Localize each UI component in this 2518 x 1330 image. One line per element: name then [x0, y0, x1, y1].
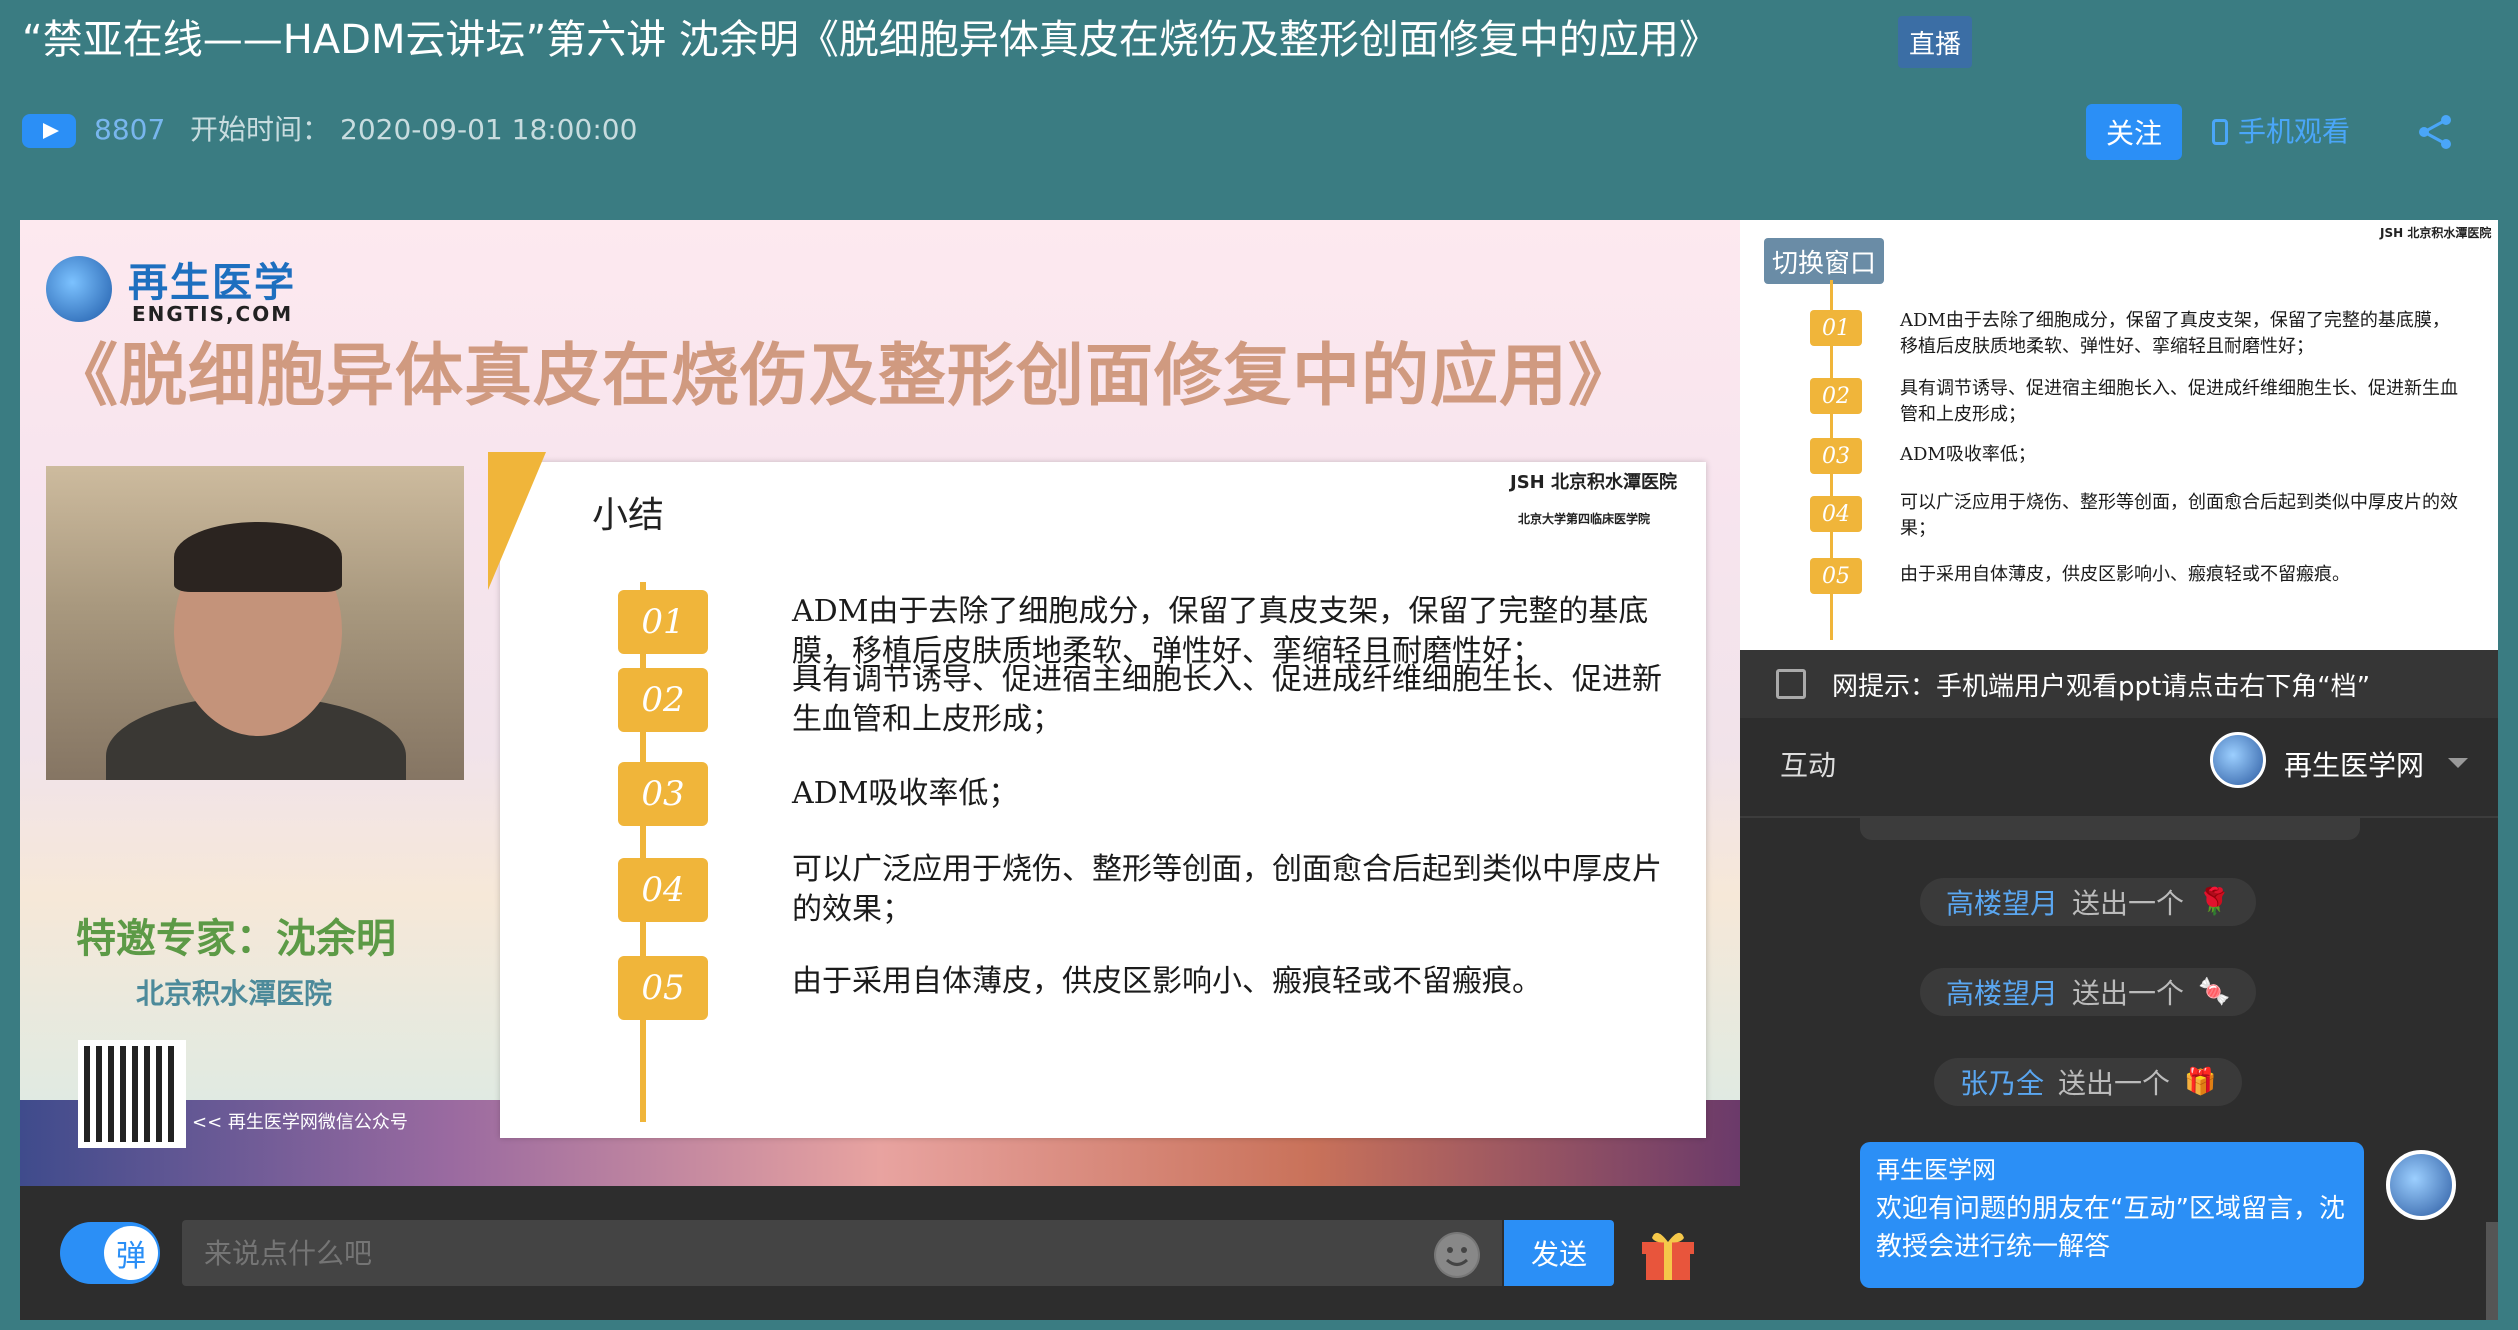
mini-hospital-logo: JSH 北京积水潭医院 [2380, 226, 2492, 240]
item-number: 02 [618, 668, 708, 732]
mobile-watch-label: 手机观看 [2238, 115, 2351, 148]
item-number: 04 [618, 858, 708, 922]
send-button[interactable]: 发送 [1504, 1220, 1614, 1286]
danmu-toggle-knob: 弹 [104, 1226, 158, 1280]
chat-scrollbar[interactable] [2486, 1222, 2498, 1320]
qr-code [78, 1040, 186, 1148]
hospital-logo: JSH 北京积水潭医院 [1510, 472, 1677, 493]
chat-message-clipped [1860, 816, 2360, 840]
expert-hospital: 北京积水潭医院 [136, 977, 333, 1010]
tip-bar: 网提示：手机端用户观看ppt请点击右下角“档” [1740, 650, 2498, 718]
start-time-value: 2020-09-01 18:00:00 [340, 113, 638, 146]
host-avatar[interactable] [2210, 732, 2266, 788]
slide-item-text: 可以广泛应用于烧伤、整形等创面，创面愈合后起到类似中厚皮片的效果； [792, 852, 1662, 927]
hospital-logo-subtitle: 北京大学第四临床医学院 [1518, 512, 1651, 526]
slide-accent [488, 452, 546, 590]
comment-bar: 弹 发送 [20, 1186, 1740, 1320]
gift-verb: 送出一个 [2072, 977, 2185, 1010]
gift-sender[interactable]: 张乃全 [1960, 1062, 2044, 1102]
mini-item-text: 由于采用自体薄皮，供皮区影响小、瘢痕轻或不留瘢痕。 [1900, 564, 2350, 585]
page-title: “禁亚在线——HADM云讲坛”第六讲 沈余明《脱细胞异体真皮在烧伤及整形创面修复… [22, 17, 1719, 63]
mini-item-text: 可以广泛应用于烧伤、整形等创面，创面愈合后起到类似中厚皮片的效果； [1900, 492, 2458, 539]
side-panel: 切换窗口 JSH 北京积水潭医院 01 ADM由于去除了细胞成分，保留了真皮支架… [1740, 220, 2498, 1320]
message-text: 欢迎有问题的朋友在“互动”区域留言，沈教授会进行统一解答 [1876, 1194, 2345, 1262]
brand-logo-icon [46, 256, 112, 322]
gift-verb: 送出一个 [2072, 887, 2185, 920]
rose-gift-icon: 🌹 [2198, 887, 2231, 917]
tab-interaction[interactable]: 互动 [1780, 744, 1836, 784]
share-icon[interactable] [2416, 114, 2454, 150]
gift-sender[interactable]: 高楼望月 [1946, 972, 2058, 1012]
chevron-down-icon[interactable] [2448, 758, 2468, 768]
mini-item-text: ADM吸收率低； [1900, 444, 2036, 465]
switch-window-button[interactable]: 切换窗口 [1764, 238, 1884, 284]
notice-icon [1776, 669, 1806, 699]
speaker-camera [46, 466, 464, 780]
candy-gift-icon: 🍬 [2198, 977, 2231, 1007]
start-time-label: 开始时间： [190, 113, 331, 146]
slide-timeline [640, 582, 646, 1122]
mini-item-number: 05 [1810, 558, 1862, 594]
play-count-icon [22, 114, 76, 148]
slide-item-text: 具有调节诱导、促进宿主细胞长入、促进成纤维细胞生长、促进新生血管和上皮形成； [792, 662, 1662, 737]
gift-message: 高楼望月 送出一个 🌹 [1920, 878, 2257, 926]
slide-heading: 小结 [592, 495, 665, 536]
item-number: 05 [618, 956, 708, 1020]
gift-message: 张乃全 送出一个 🎁 [1934, 1058, 2243, 1106]
expert-label: 特邀专家：沈余明 [76, 916, 396, 962]
mini-item-number: 02 [1810, 378, 1862, 414]
slide-item-text: 由于采用自体薄皮，供皮区影响小、瘢痕轻或不留瘢痕。 [792, 964, 1542, 999]
qr-caption: << 再生医学网微信公众号 [192, 1112, 408, 1133]
mini-slide-window[interactable]: 切换窗口 JSH 北京积水潭医院 01 ADM由于去除了细胞成分，保留了真皮支架… [1740, 220, 2498, 650]
gift-icon[interactable] [1638, 1224, 1698, 1282]
follow-button[interactable]: 关注 [2086, 104, 2182, 160]
host-message-bubble: 再生医学网 欢迎有问题的朋友在“互动”区域留言，沈教授会进行统一解答 [1860, 1142, 2364, 1288]
gift-verb: 送出一个 [2058, 1067, 2171, 1100]
message-author: 再生医学网 [1876, 1156, 1996, 1184]
mini-item-number: 04 [1810, 496, 1862, 532]
item-number: 01 [618, 590, 708, 654]
mini-item-text: ADM由于去除了细胞成分，保留了真皮支架，保留了完整的基底膜，移植后皮肤质地柔软… [1900, 310, 2450, 357]
mobile-watch-link[interactable]: 手机观看 [2212, 110, 2350, 154]
presentation-slide: 小结 JSH 北京积水潭医院 北京大学第四临床医学院 01 ADM由于去除了细胞… [488, 452, 1706, 1138]
video-lecture-title: 《脱细胞异体真皮在烧伤及整形创面修复中的应用》 [50, 337, 1638, 416]
comment-input[interactable] [182, 1220, 1502, 1286]
phone-icon [2212, 119, 2228, 145]
slide-item-text: ADM吸收率低； [792, 776, 1019, 811]
speaker-hair [174, 522, 342, 592]
mini-item-text: 具有调节诱导、促进宿主细胞长入、促进成纤维细胞生长、促进新生血管和上皮形成； [1900, 378, 2458, 425]
mini-item-number: 01 [1810, 310, 1862, 346]
host-name[interactable]: 再生医学网 [2284, 744, 2424, 784]
item-number: 03 [618, 762, 708, 826]
present-gift-icon: 🎁 [2184, 1067, 2217, 1097]
view-count: 8807 [94, 113, 166, 146]
live-badge: 直播 [1898, 16, 1972, 68]
message-avatar[interactable] [2386, 1150, 2456, 1220]
gift-message: 高楼望月 送出一个 🍬 [1920, 968, 2257, 1016]
mini-item-number: 03 [1810, 438, 1862, 474]
brand-name: 再生医学 [128, 260, 296, 306]
danmu-toggle[interactable]: 弹 [60, 1222, 160, 1284]
video-player[interactable]: 再生医学 ENGTIS,COM 《脱细胞异体真皮在烧伤及整形创面修复中的应用》 … [20, 220, 1740, 1186]
emoji-icon[interactable] [1434, 1232, 1480, 1278]
tip-text: 网提示：手机端用户观看ppt请点击右下角“档” [1832, 671, 2371, 702]
gift-sender[interactable]: 高楼望月 [1946, 882, 2058, 922]
